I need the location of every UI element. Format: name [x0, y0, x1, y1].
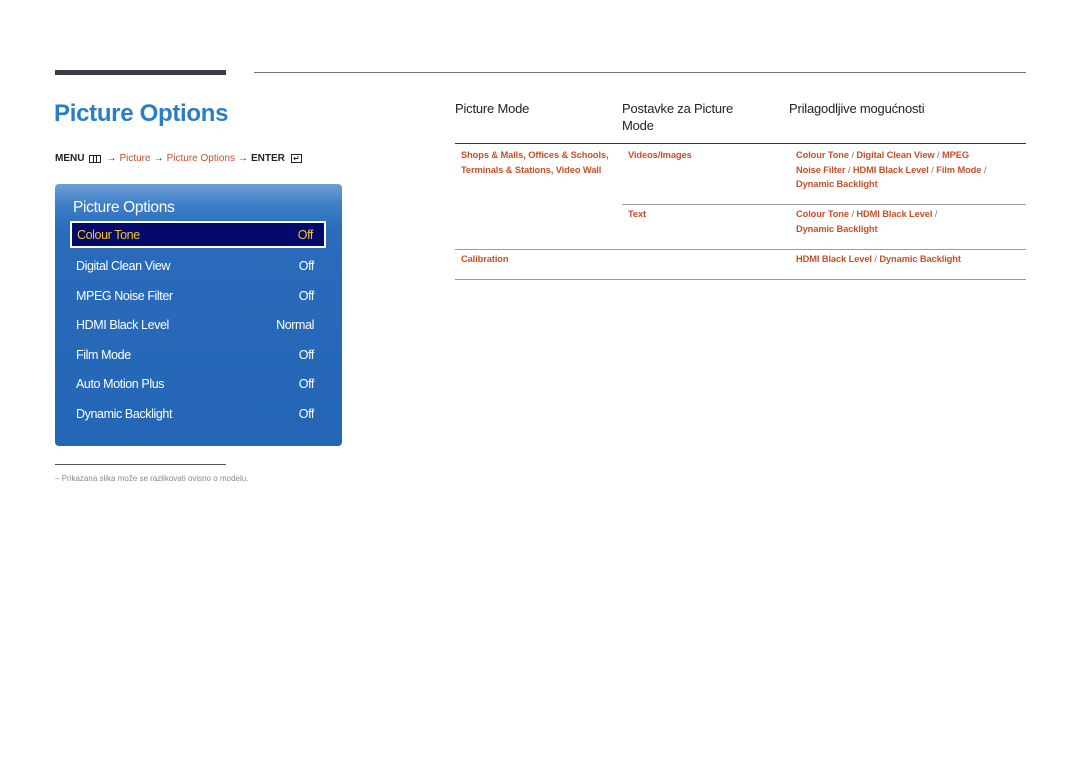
arrow-icon: →: [153, 153, 164, 164]
footnote-text: Prikazana slika može se razlikovati ovis…: [61, 474, 249, 483]
osd-item-label: Colour Tone: [77, 227, 140, 242]
osd-item-digital-clean-view[interactable]: Digital Clean View Off: [71, 252, 325, 279]
osd-item-mpeg-noise-filter[interactable]: MPEG Noise Filter Off: [71, 282, 325, 309]
table-header-rule: [455, 143, 1026, 144]
footnote-rule: [55, 464, 226, 465]
cell-line: Colour Tone / HDMI Black Level /: [796, 207, 1026, 222]
option-link: MPEG: [941, 150, 969, 160]
cell-line: Colour Tone / Digital Clean View / MPEG: [796, 148, 1026, 163]
osd-item-film-mode[interactable]: Film Mode Off: [71, 341, 325, 368]
menu-label: MENU: [55, 153, 85, 164]
osd-item-value: Off: [298, 376, 315, 391]
osd-item-value: Off: [298, 347, 315, 362]
separator: /: [983, 164, 987, 175]
table-cell-setting: Videos/Images: [628, 150, 692, 160]
table-cell-options: Colour Tone / Digital Clean View / MPEG …: [796, 148, 1026, 192]
enter-label: ENTER: [250, 153, 285, 164]
cell-line: HDMI Black Level / Dynamic Backlight: [796, 252, 1026, 267]
option-link: HDMI Black Level: [856, 209, 933, 219]
option-link: Film Mode: [936, 164, 982, 175]
osd-title: Picture Options: [73, 199, 175, 216]
table-row-rule: [622, 204, 1026, 205]
chapter-rule: [254, 72, 1026, 73]
cell-line: Shops & Malls, Offices & Schools,: [461, 150, 609, 160]
option-link: Noise Filter: [796, 164, 846, 175]
footnote-dash: –: [55, 474, 60, 483]
arrow-icon: →: [106, 153, 117, 164]
menu-path: MENU → Picture → Picture Options → ENTER…: [55, 153, 302, 164]
option-link: Dynamic Backlight: [796, 179, 878, 189]
menu-grid-icon: [89, 154, 102, 163]
table-header-picture-mode: Picture Mode: [455, 101, 530, 116]
osd-item-value: Off: [297, 227, 314, 242]
osd-item-value: Normal: [276, 317, 314, 332]
osd-picture-options-panel: Picture Options Colour Tone Off Digital …: [55, 184, 342, 446]
enter-icon: ↵: [290, 154, 302, 163]
osd-item-value: Off: [298, 288, 315, 303]
osd-item-label: HDMI Black Level: [76, 317, 169, 332]
osd-item-colour-tone[interactable]: Colour Tone Off: [70, 221, 326, 248]
cell-line: Terminals & Stations, Video Wall: [461, 164, 602, 175]
table-header-options: Prilagodljive mogućnosti: [789, 101, 925, 116]
osd-item-hdmi-black-level[interactable]: HDMI Black Level Normal: [71, 311, 325, 338]
separator: /: [931, 164, 934, 175]
separator: /: [851, 209, 854, 219]
table-cell-picture-mode: Calibration: [461, 254, 509, 264]
osd-item-value: Off: [298, 258, 315, 273]
option-link: Dynamic Backlight: [796, 223, 878, 234]
separator: /: [937, 150, 940, 160]
option-link: Dynamic Backlight: [879, 254, 961, 264]
osd-item-label: Digital Clean View: [76, 258, 171, 273]
menu-path-picture[interactable]: Picture: [119, 153, 150, 164]
table-header-settings: Postavke za Picture Mode: [622, 101, 734, 133]
osd-item-auto-motion-plus[interactable]: Auto Motion Plus Off: [71, 370, 325, 397]
chapter-bar: [55, 70, 226, 75]
option-link: Colour Tone: [796, 150, 849, 160]
cell-line: Noise Filter / HDMI Black Level / Film M…: [796, 163, 1026, 178]
option-link: Colour Tone: [796, 209, 849, 219]
table-cell-options: Colour Tone / HDMI Black Level / Dynamic…: [796, 207, 1026, 236]
footnote: – Prikazana slika može se razlikovati ov…: [55, 474, 248, 483]
osd-item-label: MPEG Noise Filter: [76, 288, 173, 303]
option-link: HDMI Black Level: [796, 254, 872, 264]
osd-item-dynamic-backlight[interactable]: Dynamic Backlight Off: [71, 400, 325, 427]
table-row-rule: [455, 249, 1026, 250]
osd-item-label: Dynamic Backlight: [76, 406, 173, 421]
separator: /: [851, 150, 854, 160]
osd-item-label: Auto Motion Plus: [76, 376, 165, 391]
cell-line: Dynamic Backlight: [796, 222, 1026, 237]
arrow-icon: →: [237, 153, 248, 164]
separator: /: [874, 254, 877, 264]
osd-item-value: Off: [298, 406, 315, 421]
cell-line: Dynamic Backlight: [796, 177, 1026, 192]
table-cell-options: HDMI Black Level / Dynamic Backlight: [796, 252, 1026, 267]
separator: /: [847, 164, 851, 175]
table-bottom-rule: [455, 279, 1026, 280]
menu-path-picture-options[interactable]: Picture Options: [167, 153, 235, 164]
table-cell-setting: Text: [628, 209, 647, 219]
option-link: HDMI Black Level: [852, 164, 929, 175]
osd-item-label: Film Mode: [76, 347, 131, 362]
table-cell-picture-mode: Shops & Malls, Offices & Schools, Termin…: [461, 148, 621, 177]
page-title: Picture Options: [54, 100, 229, 127]
option-link: Digital Clean View: [856, 150, 935, 160]
separator: /: [934, 209, 938, 219]
